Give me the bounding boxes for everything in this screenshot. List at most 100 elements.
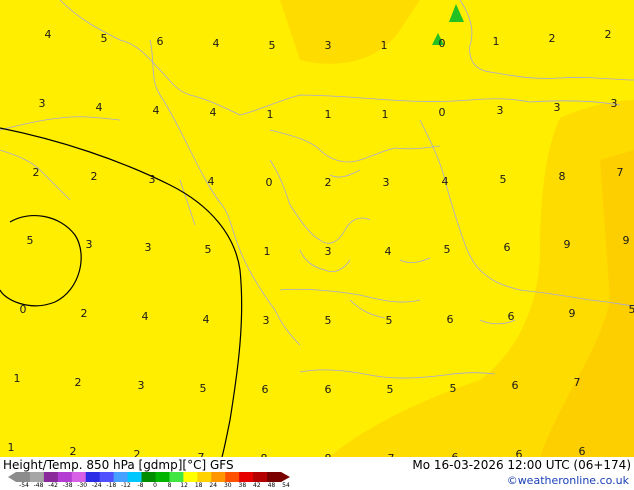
legend-swatch bbox=[239, 472, 254, 482]
temperature-label: 7 bbox=[574, 376, 581, 389]
temperature-label: 4 bbox=[208, 175, 215, 188]
legend-tick-label: -24 bbox=[91, 482, 102, 489]
map-view: 4564531012234441110333223402345875335134… bbox=[0, 0, 634, 490]
temperature-label: 4 bbox=[213, 37, 220, 50]
temperature-label: 4 bbox=[142, 310, 149, 323]
temperature-label: 4 bbox=[385, 245, 392, 258]
legend-tick-label: 24 bbox=[209, 482, 218, 489]
temperature-label: 6 bbox=[157, 35, 164, 48]
legend-swatch bbox=[71, 472, 87, 482]
temperature-label: 1 bbox=[267, 108, 274, 121]
temperature-label: 3 bbox=[383, 176, 390, 189]
legend-tick-label: -30 bbox=[77, 482, 88, 489]
legend-swatch bbox=[127, 472, 143, 482]
temperature-label: 0 bbox=[20, 303, 27, 316]
legend-tick-label: 30 bbox=[223, 482, 232, 489]
temperature-label: 1 bbox=[325, 108, 332, 121]
temperature-label: 3 bbox=[325, 245, 332, 258]
credit-link[interactable]: ©weatheronline.co.uk bbox=[507, 474, 629, 487]
temperature-label: 3 bbox=[149, 173, 156, 186]
legend-swatch bbox=[155, 472, 170, 482]
temperature-label: 0 bbox=[439, 37, 446, 50]
valid-time: Mo 16-03-2026 12:00 UTC (06+174) bbox=[412, 458, 631, 472]
temperature-label: 2 bbox=[70, 445, 77, 457]
temperature-label: 9 bbox=[569, 307, 576, 320]
temperature-label: 5 bbox=[101, 32, 108, 45]
temperature-label: 6 bbox=[325, 383, 332, 396]
legend-swatch bbox=[85, 472, 101, 482]
temperature-label: 2 bbox=[91, 170, 98, 183]
temperature-label: 6 bbox=[516, 448, 523, 457]
temperature-label: 2 bbox=[325, 176, 332, 189]
footer: Height/Temp. 850 hPa [gdmp][°C] GFS Mo 1… bbox=[0, 457, 634, 490]
legend-swatch bbox=[113, 472, 129, 482]
legend-arrow-right bbox=[281, 472, 290, 482]
legend-swatch bbox=[141, 472, 156, 482]
temperature-label: 1 bbox=[264, 245, 271, 258]
temperature-label: 3 bbox=[263, 314, 270, 327]
legend-tick-labels: -54 -48 -42 -38 -30 -24 -18 -12 -8 0 8 12 18 24 30 38 42… bbox=[19, 482, 294, 490]
temperature-label: 1 bbox=[381, 39, 388, 52]
temperature-label: 6 bbox=[447, 313, 454, 326]
legend-swatch bbox=[267, 472, 282, 482]
temperature-label: 5 bbox=[269, 39, 276, 52]
temperature-label: 7 bbox=[617, 166, 624, 179]
temperature-label: 9 bbox=[623, 234, 630, 247]
legend-swatch bbox=[183, 472, 198, 482]
temperature-label: 9 bbox=[564, 238, 571, 251]
legend-swatch bbox=[211, 472, 226, 482]
temperature-label: 2 bbox=[605, 28, 612, 41]
temperature-label: 4 bbox=[45, 28, 52, 41]
legend-tick-label: 12 bbox=[180, 482, 188, 489]
temperature-label: 5 bbox=[325, 314, 332, 327]
legend-tick-label: -38 bbox=[62, 482, 73, 489]
temperature-label: 3 bbox=[138, 379, 145, 392]
temperature-label: 3 bbox=[497, 104, 504, 117]
legend-tick-label: 48 bbox=[267, 482, 276, 489]
temperature-label: 4 bbox=[210, 106, 217, 119]
temperature-label: 1 bbox=[8, 441, 15, 454]
legend-tick-label: -18 bbox=[106, 482, 117, 489]
temperature-label: 3 bbox=[554, 101, 561, 114]
temperature-label: 0 bbox=[266, 176, 273, 189]
temperature-label: 5 bbox=[629, 303, 634, 316]
legend-tick-label: -8 bbox=[137, 482, 144, 489]
legend-arrow-left bbox=[8, 472, 16, 482]
temperature-label: 8 bbox=[559, 170, 566, 183]
temperature-label: 5 bbox=[450, 382, 457, 395]
temperature-label: 3 bbox=[86, 238, 93, 251]
temperature-label: 6 bbox=[504, 241, 511, 254]
legend-tick-label: -54 bbox=[19, 482, 29, 489]
legend-tick-label: -12 bbox=[120, 482, 131, 489]
legend-swatch bbox=[169, 472, 184, 482]
temperature-label: 4 bbox=[203, 313, 210, 326]
temperature-label: 6 bbox=[508, 310, 515, 323]
legend-swatch bbox=[225, 472, 240, 482]
temperature-label: 6 bbox=[579, 445, 586, 457]
legend-swatch bbox=[57, 472, 73, 482]
temperature-label: 1 bbox=[493, 35, 500, 48]
legend-swatch bbox=[99, 472, 115, 482]
temperature-label: 1 bbox=[382, 108, 389, 121]
temperature-label: 3 bbox=[145, 241, 152, 254]
temperature-label: 5 bbox=[205, 243, 212, 256]
legend-swatch bbox=[253, 472, 268, 482]
legend-tick-label: -48 bbox=[33, 482, 44, 489]
temperature-label: 5 bbox=[386, 314, 393, 327]
legend-tick-label: 54 bbox=[282, 482, 290, 489]
temperature-label: 4 bbox=[442, 175, 449, 188]
temperature-label: 5 bbox=[27, 234, 34, 247]
color-scale-legend bbox=[8, 472, 290, 482]
weather-map: 4 5 6 4 5 3 1 0 1 2 2 3 4 4 4 1 1 1 0 3 3 3 2 2 3 4 0 2 3 4 5 8 7 5 3 3 5 1 3 4… bbox=[0, 0, 634, 457]
map-title: Height/Temp. 850 hPa [gdmp][°C] GFS bbox=[3, 458, 234, 472]
temperature-label: 2 bbox=[75, 376, 82, 389]
temperature-label: 5 bbox=[387, 383, 394, 396]
legend-swatch bbox=[29, 472, 45, 482]
legend-swatch bbox=[197, 472, 212, 482]
temperature-label: 4 bbox=[153, 104, 160, 117]
legend-swatch bbox=[16, 472, 31, 482]
temperature-label: 5 bbox=[500, 173, 507, 186]
temperature-label: 2 bbox=[549, 32, 556, 45]
temperature-label: 3 bbox=[611, 97, 618, 110]
temperature-label: 2 bbox=[134, 448, 141, 457]
